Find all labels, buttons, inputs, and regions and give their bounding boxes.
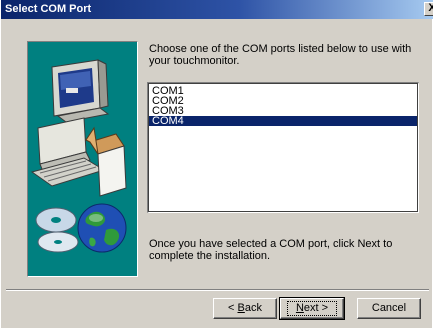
computer-icon — [30, 59, 127, 197]
wizard-illustration — [27, 41, 138, 277]
cd-disc-icon — [35, 207, 79, 253]
list-item-com4-selected[interactable]: COM4 — [149, 116, 418, 127]
window-title: Select COM Port — [5, 3, 92, 15]
cancel-button[interactable]: Cancel — [357, 298, 421, 319]
close-icon: X — [428, 3, 433, 14]
back-rest: ack — [244, 302, 262, 314]
button-separator — [6, 289, 429, 291]
select-com-port-dialog: Select COM Port X — [0, 0, 433, 328]
title-bar[interactable]: Select COM Port X — [1, 0, 433, 19]
com-port-listbox[interactable]: COM1 COM2 COM3 COM4 — [147, 82, 419, 213]
completion-note: Once you have selected a COM port, click… — [149, 238, 393, 262]
list-item-com1[interactable]: COM1 — [149, 86, 418, 97]
list-item-com2[interactable]: COM2 — [149, 96, 418, 107]
instruction-text: Choose one of the COM ports listed below… — [149, 43, 412, 67]
close-button[interactable]: X — [424, 2, 433, 16]
back-prefix: < — [228, 302, 238, 314]
next-focus-ring: Next > — [286, 301, 338, 316]
illustration-art — [30, 59, 127, 253]
globe-icon — [77, 203, 127, 253]
list-item-com3[interactable]: COM3 — [149, 106, 418, 117]
next-mnemonic: N — [295, 302, 304, 314]
back-mnemonic: B — [237, 302, 245, 314]
back-button[interactable]: < Back — [213, 298, 277, 319]
next-rest: ext > — [303, 302, 329, 314]
next-button[interactable]: Next > — [279, 297, 345, 320]
